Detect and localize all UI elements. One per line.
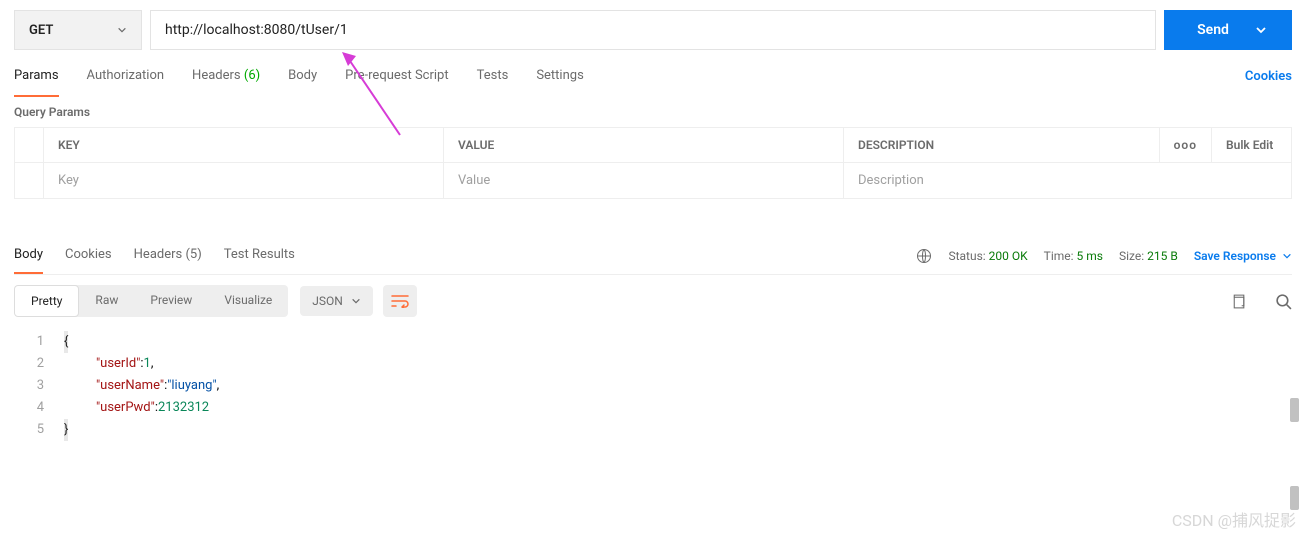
cookies-link[interactable]: Cookies [1245,69,1292,96]
format-select[interactable]: JSON [300,286,373,316]
status-label: Status: 200 OK [948,249,1027,263]
method-select[interactable]: GET [14,10,142,50]
tab-body[interactable]: Body [288,68,317,97]
col-value: VALUE [444,128,844,163]
wrap-icon [391,294,409,308]
tab-headers[interactable]: Headers (6) [192,68,260,97]
rtab-body[interactable]: Body [14,247,43,274]
size-value: 215 B [1147,249,1178,263]
view-visualize[interactable]: Visualize [208,285,288,317]
col-description: DESCRIPTION [844,128,1160,163]
url-input[interactable] [150,10,1156,50]
tab-authorization[interactable]: Authorization [87,68,165,97]
request-bar: GET Send [14,10,1292,50]
chevron-down-icon [117,25,127,35]
tab-prerequest[interactable]: Pre-request Script [345,68,448,97]
table-row[interactable] [15,163,1292,199]
tab-tests[interactable]: Tests [477,68,509,97]
view-pretty[interactable]: Pretty [14,285,79,317]
request-tabs: Params Authorization Headers (6) Body Pr… [14,50,1292,97]
status-value: 200 OK [989,249,1028,263]
rtab-test-results[interactable]: Test Results [224,247,295,274]
wrap-lines-button[interactable] [383,285,417,317]
tab-settings[interactable]: Settings [536,68,583,97]
chevron-down-icon[interactable] [1255,24,1267,36]
size-label: Size: 215 B [1119,249,1178,263]
rtab-headers[interactable]: Headers (5) [134,247,202,274]
save-response-button[interactable]: Save Response [1194,249,1292,263]
scrollbar-thumb[interactable] [1290,398,1299,422]
view-toolbar: Pretty Raw Preview Visualize JSON [14,275,1292,327]
more-icon[interactable]: ooo [1174,138,1197,152]
key-input[interactable] [58,173,429,188]
watermark: CSDN @捕风捉影 [1172,507,1296,531]
chevron-down-icon [351,296,361,306]
tab-params[interactable]: Params [14,68,59,97]
send-label: Send [1197,22,1229,38]
response-section: Body Cookies Headers (5) Test Results St… [14,247,1292,445]
response-tabs: Body Cookies Headers (5) Test Results St… [14,247,1292,275]
search-icon[interactable] [1275,293,1292,310]
time-value: 5 ms [1077,249,1103,263]
query-params-label: Query Params [14,105,1292,119]
view-mode-segment: Pretty Raw Preview Visualize [14,285,288,317]
rtab-cookies[interactable]: Cookies [65,247,112,274]
globe-icon[interactable] [916,248,932,264]
params-table: KEY VALUE DESCRIPTION ooo Bulk Edit [14,127,1292,199]
response-body[interactable]: 1{ 2"userId": 1, 3"userName": "liuyang",… [14,327,1292,445]
bulk-edit-button[interactable]: Bulk Edit [1226,138,1273,152]
view-raw[interactable]: Raw [79,285,134,317]
copy-icon[interactable] [1230,293,1247,310]
send-button[interactable]: Send [1164,10,1292,50]
chevron-down-icon [1282,251,1292,261]
col-key: KEY [44,128,444,163]
description-input[interactable] [858,173,1277,188]
value-input[interactable] [458,173,829,188]
method-label: GET [29,23,53,38]
view-preview[interactable]: Preview [134,285,208,317]
headers-count: (6) [244,68,260,83]
resp-headers-count: (5) [185,247,201,262]
time-label: Time: 5 ms [1044,249,1103,263]
